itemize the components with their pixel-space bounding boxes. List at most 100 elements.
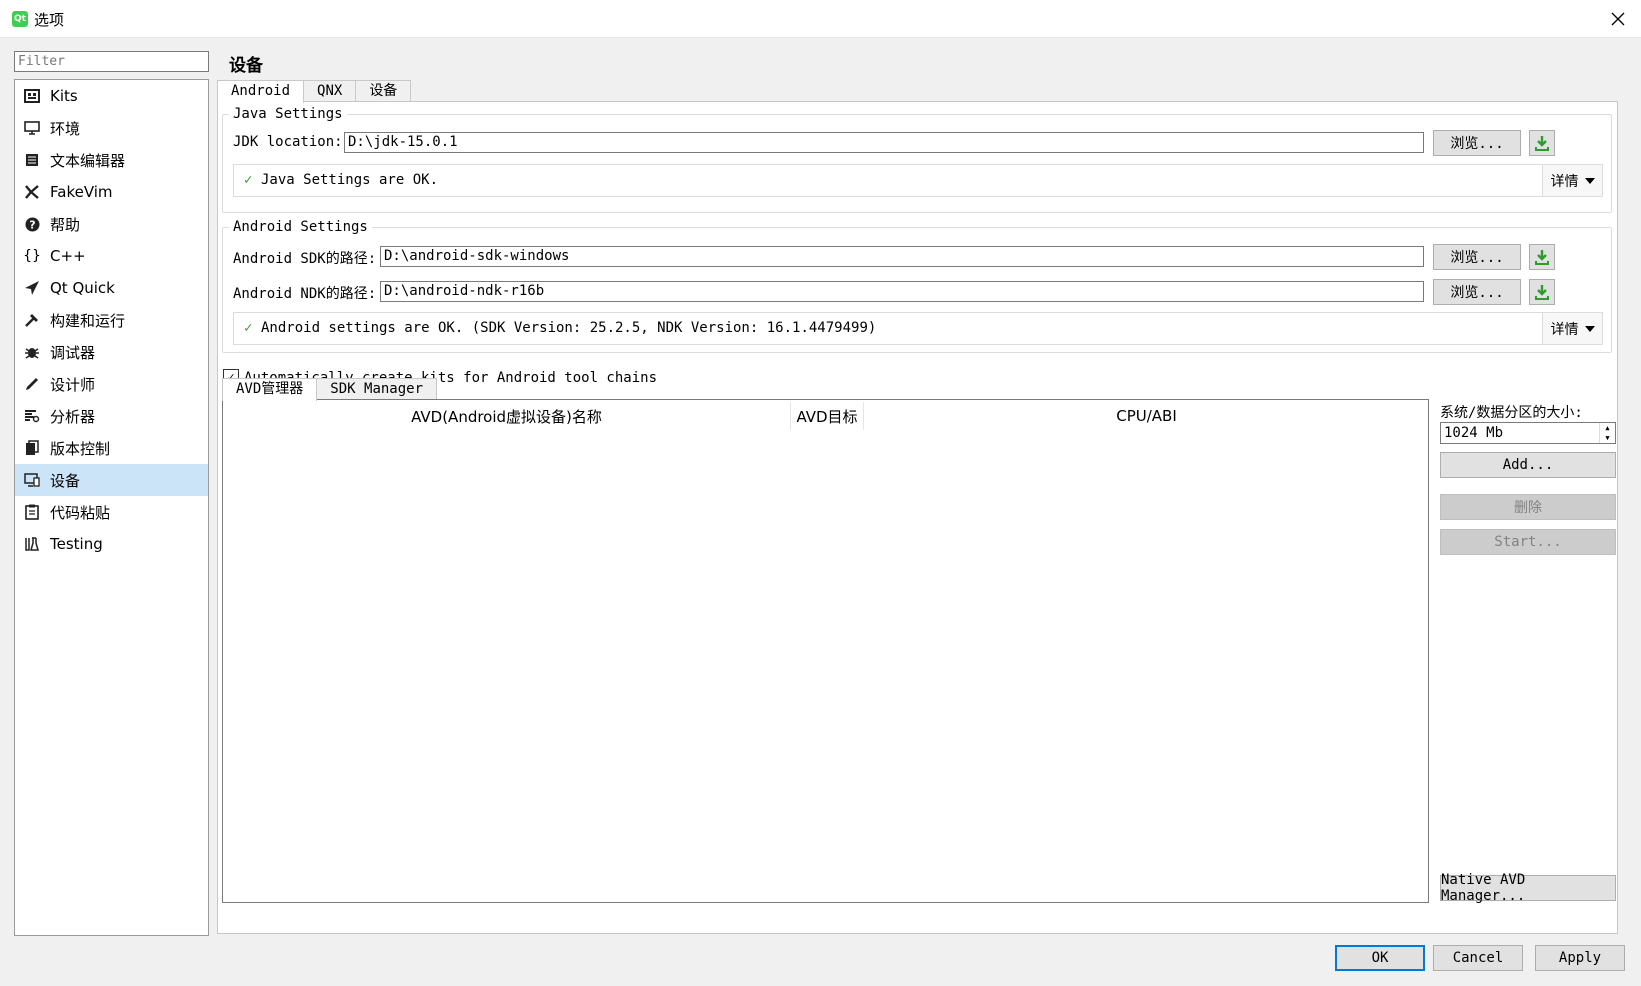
pencil-icon	[23, 375, 41, 393]
java-status-text: Java Settings are OK.	[261, 172, 439, 188]
kits-icon	[23, 87, 41, 105]
svg-text:?: ?	[29, 218, 35, 231]
sidebar-item-testing[interactable]: Testing	[15, 528, 208, 560]
tab-devices[interactable]: 设备	[355, 80, 412, 102]
sidebar-item-label: 代码粘贴	[50, 503, 111, 522]
native-avd-manager-button[interactable]: Native AVD Manager...	[1440, 872, 1616, 904]
sidebar-item-label: 环境	[50, 119, 81, 138]
sidebar-item-analyzer[interactable]: 分析器	[15, 400, 208, 432]
check-icon: ✓	[244, 172, 253, 188]
sidebar-item-text-editor[interactable]: 文本编辑器	[15, 144, 208, 176]
android-settings-title: Android Settings	[233, 219, 368, 235]
sidebar-item-designer[interactable]: 设计师	[15, 368, 208, 400]
cancel-button[interactable]: Cancel	[1433, 945, 1523, 971]
android-status-row: ✓ Android settings are OK. (SDK Version:…	[233, 312, 1603, 345]
download-icon	[1535, 136, 1549, 151]
clipboard-icon	[23, 503, 41, 521]
avd-manager-panel: AVD(Android虚拟设备)名称 AVD目标 CPU/ABI 系统/数据分区…	[222, 399, 1616, 931]
sidebar-item-label: 分析器	[50, 407, 96, 426]
qtquick-icon	[23, 279, 41, 297]
tab-android[interactable]: Android	[217, 80, 305, 103]
sidebar-item-version-control[interactable]: 版本控制	[15, 432, 208, 464]
sidebar-item-label: 版本控制	[50, 439, 111, 458]
sidebar-item-code-paster[interactable]: 代码粘贴	[15, 496, 208, 528]
java-settings-title: Java Settings	[233, 106, 343, 122]
ndk-download-button[interactable]	[1529, 279, 1555, 305]
fakevim-icon	[23, 183, 41, 201]
sidebar-item-label: 文本编辑器	[50, 151, 126, 170]
braces-icon: {}	[23, 248, 41, 264]
flask-icon	[23, 535, 41, 553]
close-icon	[1611, 12, 1625, 26]
start-avd-button[interactable]: Start...	[1440, 529, 1616, 555]
column-header-avd-name[interactable]: AVD(Android虚拟设备)名称	[223, 402, 791, 430]
jdk-location-label: JDK location:	[233, 134, 343, 150]
partition-size-value: 1024 Mb	[1444, 425, 1504, 441]
sidebar-item-qt-quick[interactable]: Qt Quick	[15, 272, 208, 304]
ndk-path-input[interactable]: D:\android-ndk-r16b	[380, 281, 1424, 302]
filter-input[interactable]	[14, 51, 209, 72]
avd-table[interactable]: AVD(Android虚拟设备)名称 AVD目标 CPU/ABI	[222, 399, 1429, 903]
sidebar-item-debugger[interactable]: 调试器	[15, 336, 208, 368]
caret-down-icon	[1584, 325, 1595, 332]
analyzer-icon	[23, 407, 41, 425]
java-status-row: ✓ Java Settings are OK. 详情	[233, 164, 1603, 197]
sidebar-item-label: C++	[50, 247, 86, 265]
sidebar-item-cpp[interactable]: {} C++	[15, 240, 208, 272]
spinbox-arrows[interactable]: ▲ ▼	[1599, 423, 1615, 443]
android-details-button[interactable]: 详情	[1542, 313, 1602, 344]
sdk-path-input[interactable]: D:\android-sdk-windows	[380, 246, 1424, 267]
spin-down-icon[interactable]: ▼	[1600, 433, 1615, 443]
sidebar-item-build-run[interactable]: 构建和运行	[15, 304, 208, 336]
download-icon	[1535, 250, 1549, 265]
java-details-button[interactable]: 详情	[1542, 165, 1602, 196]
qt-logo-icon: Qt	[12, 11, 28, 27]
sidebar-item-label: Qt Quick	[50, 279, 115, 297]
hammer-icon	[23, 311, 41, 329]
ok-button[interactable]: OK	[1335, 945, 1425, 971]
close-button[interactable]	[1595, 0, 1641, 38]
sidebar-item-label: 帮助	[50, 215, 81, 234]
text-editor-icon	[23, 151, 41, 169]
jdk-location-input[interactable]: D:\jdk-15.0.1	[344, 132, 1424, 153]
avd-subtabbar: AVD管理器 SDK Manager	[222, 378, 438, 401]
add-avd-button[interactable]: Add...	[1440, 452, 1616, 478]
jdk-download-button[interactable]	[1529, 130, 1555, 156]
sidebar-item-kits[interactable]: Kits	[15, 80, 208, 112]
column-header-cpu-abi[interactable]: CPU/ABI	[864, 402, 1429, 430]
tab-avd-manager[interactable]: AVD管理器	[222, 378, 318, 401]
main-tabbar: Android QNX 设备	[217, 80, 412, 103]
sidebar-item-help[interactable]: ? 帮助	[15, 208, 208, 240]
jdk-browse-button[interactable]: 浏览...	[1433, 130, 1521, 156]
sidebar-item-label: Kits	[50, 87, 78, 105]
sdk-download-button[interactable]	[1529, 244, 1555, 270]
help-icon: ?	[23, 215, 41, 233]
partition-size-label: 系统/数据分区的大小:	[1440, 405, 1583, 421]
spin-up-icon[interactable]: ▲	[1600, 423, 1615, 433]
sdk-browse-button[interactable]: 浏览...	[1433, 244, 1521, 270]
sidebar-item-environment[interactable]: 环境	[15, 112, 208, 144]
delete-avd-button[interactable]: 删除	[1440, 494, 1616, 520]
android-details-label: 详情	[1550, 321, 1579, 338]
sdk-path-label: Android SDK的路径:	[233, 251, 377, 267]
java-details-label: 详情	[1550, 173, 1579, 190]
device-icon	[23, 471, 41, 489]
bug-icon	[23, 343, 41, 361]
tab-sdk-manager[interactable]: SDK Manager	[316, 378, 438, 400]
sidebar-item-label: 构建和运行	[50, 311, 126, 330]
sidebar-item-label: 调试器	[50, 343, 96, 362]
sidebar-item-label: 设计师	[50, 375, 96, 394]
ndk-browse-button[interactable]: 浏览...	[1433, 279, 1521, 305]
apply-button[interactable]: Apply	[1535, 945, 1625, 971]
column-header-avd-target[interactable]: AVD目标	[791, 402, 864, 430]
sidebar-item-fakevim[interactable]: FakeVim	[15, 176, 208, 208]
options-sidebar: Kits 环境 文本编辑器 FakeVim ? 帮助 {} C++ Qt Qui…	[14, 79, 209, 936]
partition-size-spinbox[interactable]: 1024 Mb ▲ ▼	[1440, 422, 1616, 444]
caret-down-icon	[1584, 177, 1595, 184]
android-status-text: Android settings are OK. (SDK Version: 2…	[261, 320, 877, 336]
monitor-icon	[23, 119, 41, 137]
ndk-path-label: Android NDK的路径:	[233, 286, 377, 302]
tab-qnx[interactable]: QNX	[303, 80, 357, 102]
sidebar-item-devices[interactable]: 设备	[15, 464, 208, 496]
title-bar: Qt 选项	[0, 0, 1641, 38]
